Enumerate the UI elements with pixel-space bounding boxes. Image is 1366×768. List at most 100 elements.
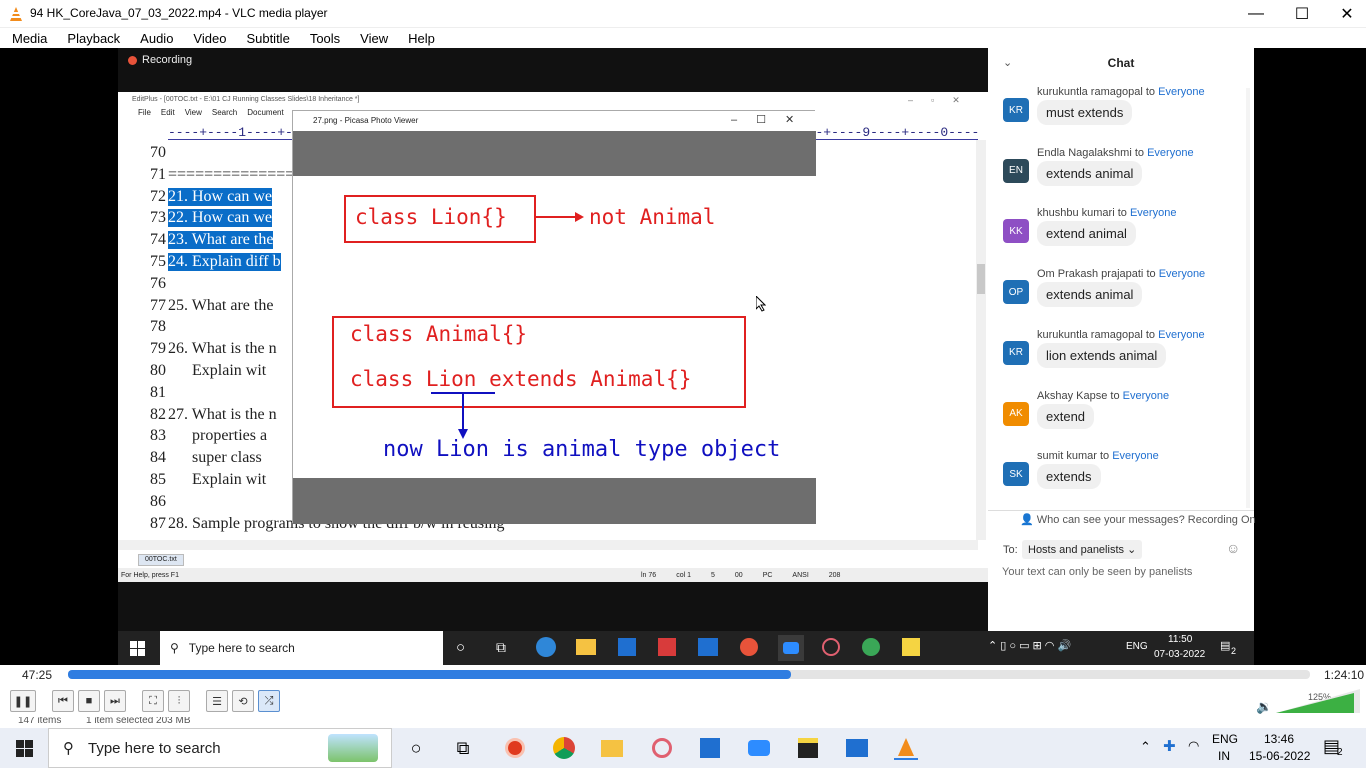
- message-recipient[interactable]: Everyone: [1159, 268, 1205, 280]
- minimize-button[interactable]: —: [1233, 0, 1279, 28]
- editplus-maximize-icon: ▫: [931, 95, 953, 105]
- editplus-scroll-thumb[interactable]: [977, 264, 985, 294]
- loop-button[interactable]: ⟲: [232, 690, 254, 712]
- microsoft-store-icon[interactable]: [698, 736, 722, 760]
- menu-video[interactable]: Video: [181, 31, 234, 46]
- taskbar-time[interactable]: 13:46: [1264, 732, 1294, 746]
- editplus-status-ln: ln 76: [641, 571, 657, 579]
- picasa-maximize-icon[interactable]: ☐: [756, 114, 785, 126]
- vlc-menu-bar: Media Playback Audio Video Subtitle Tool…: [0, 28, 1366, 48]
- menu-playback[interactable]: Playback: [55, 31, 128, 46]
- inner-lang: ENG: [1126, 641, 1148, 652]
- search-highlight-icon: [328, 734, 378, 762]
- emoji-icon[interactable]: ☺: [1226, 540, 1240, 556]
- snipping-tool-icon[interactable]: [650, 736, 674, 760]
- fullscreen-button[interactable]: ⛶: [142, 690, 164, 712]
- cortana-icon[interactable]: ○: [404, 736, 428, 760]
- picasa-close-icon[interactable]: ✕: [785, 114, 813, 126]
- recorder-icon[interactable]: [503, 736, 527, 760]
- editplus-horizontal-scrollbar[interactable]: [118, 540, 978, 550]
- close-button[interactable]: ✕: [1324, 0, 1366, 28]
- message-recipient[interactable]: Everyone: [1147, 147, 1193, 159]
- chat-message-list[interactable]: KR kurukuntla ramagopal to Everyone must e…: [988, 86, 1254, 506]
- shuffle-icon: ⤮: [264, 694, 274, 707]
- menu-subtitle[interactable]: Subtitle: [234, 31, 297, 46]
- editplus-menu-view[interactable]: View: [185, 108, 202, 120]
- picasa-minimize-icon[interactable]: –: [731, 114, 756, 126]
- message-recipient[interactable]: Everyone: [1123, 390, 1169, 402]
- inner-record-app-icon: [740, 638, 758, 656]
- code-line: 27. What is the n: [168, 405, 277, 423]
- inner-notification-icon: ▤: [1220, 640, 1231, 652]
- maximize-button[interactable]: ☐: [1279, 0, 1325, 28]
- windows-start-icon[interactable]: [16, 740, 33, 757]
- chat-input[interactable]: Your text can only be seen by panelists: [1002, 566, 1192, 578]
- menu-tools[interactable]: Tools: [298, 31, 348, 46]
- message-recipient[interactable]: Everyone: [1158, 329, 1204, 341]
- zoom-icon[interactable]: [747, 736, 771, 760]
- line-number: 81: [150, 383, 166, 401]
- playlist-button[interactable]: ☰: [206, 690, 228, 712]
- tray-network-icon[interactable]: ◠: [1188, 738, 1199, 754]
- taskbar-date[interactable]: 15-06-2022: [1249, 749, 1310, 763]
- chevron-down-icon: ⌄: [1127, 544, 1137, 556]
- editplus-menu-edit[interactable]: Edit: [161, 108, 175, 120]
- editplus-menu-document[interactable]: Document: [247, 108, 283, 120]
- extended-settings-button[interactable]: ⫶: [168, 690, 190, 712]
- editplus-status-encoding: ANSI: [792, 571, 809, 579]
- sticky-notes-icon[interactable]: [796, 736, 820, 760]
- taskbar-lang-1[interactable]: ENG: [1212, 732, 1238, 746]
- loop-icon: ⟲: [238, 695, 248, 708]
- menu-media[interactable]: Media: [0, 31, 55, 46]
- vlc-taskbar-icon[interactable]: [894, 736, 918, 760]
- code-line: 21. How can we: [168, 187, 272, 206]
- message-recipient[interactable]: Everyone: [1158, 86, 1204, 98]
- inner-zoom-icon: [778, 635, 804, 661]
- who-can-see-label: Who can see your messages? Recording On: [1036, 514, 1256, 526]
- tray-plus-icon[interactable]: ✚: [1163, 737, 1176, 755]
- total-time: 1:24:10: [1324, 668, 1365, 682]
- to-word: to: [1099, 450, 1110, 463]
- record-dot-icon: [128, 55, 137, 65]
- pause-button[interactable]: ❚❚: [10, 690, 36, 712]
- editplus-vertical-scrollbar[interactable]: [976, 140, 986, 540]
- inner-cortana-icon: ○: [456, 639, 466, 656]
- editplus-title: EditPlus - [00TOC.txt - E:\01 CJ Running…: [118, 92, 988, 108]
- inner-app-icon: [658, 638, 676, 656]
- stop-button[interactable]: ■: [78, 690, 100, 712]
- menu-audio[interactable]: Audio: [128, 31, 181, 46]
- previous-button[interactable]: ⏮: [52, 690, 74, 712]
- slide-line2-class: class: [350, 367, 426, 391]
- menu-help[interactable]: Help: [396, 31, 443, 46]
- editplus-status-help: For Help, press F1: [121, 571, 179, 579]
- recipient-dropdown[interactable]: Hosts and panelists ⌄: [1022, 540, 1143, 559]
- next-button[interactable]: ⏭: [104, 690, 126, 712]
- message-sender: Akshay Kapse to Everyone: [1037, 390, 1169, 402]
- message-recipient[interactable]: Everyone: [1112, 450, 1158, 462]
- editplus-file-tab[interactable]: 00TOC.txt: [138, 554, 184, 566]
- editplus-menu-search[interactable]: Search: [212, 108, 237, 120]
- taskbar-lang-2[interactable]: IN: [1218, 749, 1230, 763]
- chrome-icon[interactable]: [552, 736, 576, 760]
- file-explorer-icon[interactable]: [600, 736, 624, 760]
- picasa-top-bar: [293, 131, 816, 176]
- shuffle-button[interactable]: ⤮: [258, 690, 280, 712]
- task-view-icon[interactable]: ⧉: [451, 736, 475, 760]
- chat-scrollbar[interactable]: [1246, 88, 1250, 508]
- seek-bar[interactable]: [68, 670, 1310, 679]
- photos-icon[interactable]: [845, 736, 869, 760]
- volume-slider[interactable]: [1276, 687, 1360, 715]
- who-can-see-link[interactable]: 👤 Who can see your messages? Recording O…: [1020, 513, 1256, 526]
- menu-view[interactable]: View: [348, 31, 396, 46]
- inner-taskbar: ⚲ Type here to search ○ ⧉: [118, 631, 988, 665]
- line-number: 75: [150, 253, 166, 270]
- tray-chevron-up-icon[interactable]: ⌃: [1140, 739, 1151, 755]
- inner-date: 07-03-2022: [1154, 649, 1206, 660]
- line-number: 86: [150, 492, 166, 510]
- message-recipient[interactable]: Everyone: [1130, 207, 1176, 219]
- speaker-icon[interactable]: 🔉: [1256, 699, 1272, 715]
- code-line: properties a: [168, 427, 268, 445]
- line-number: 74: [150, 231, 166, 249]
- editplus-menu-file[interactable]: File: [138, 108, 151, 120]
- elapsed-time[interactable]: 47:25: [22, 668, 52, 682]
